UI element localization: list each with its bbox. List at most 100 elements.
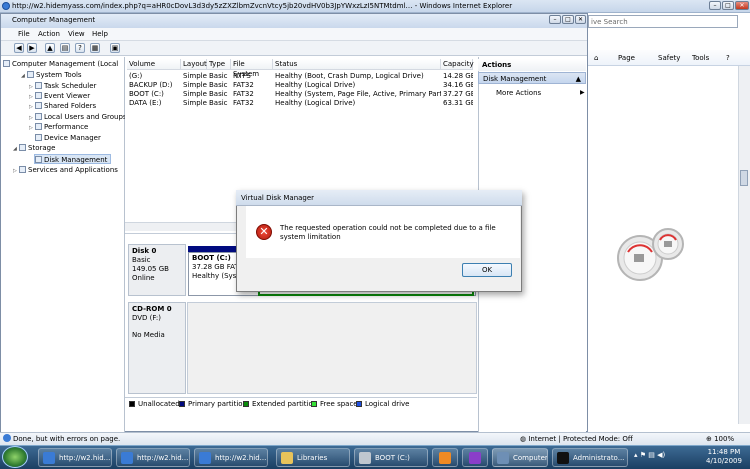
properties-icon[interactable]: ▦ — [90, 43, 100, 53]
tree-task-scheduler[interactable]: ▷ Task Scheduler — [29, 81, 96, 91]
mmc-toolbar: ◀ ▶ ▲ ▤ ? ▦ ▣ — [1, 41, 587, 56]
menu-action[interactable]: Action — [38, 30, 60, 38]
forward-icon[interactable]: ▶ — [27, 43, 37, 53]
close-button[interactable]: ✕ — [735, 1, 749, 10]
computer-icon — [497, 452, 509, 464]
taskbar-libraries[interactable]: Libraries — [276, 448, 350, 467]
volume-cell-fs: FAT32 — [233, 90, 254, 98]
dialog-message: The requested operation could not be com… — [280, 224, 496, 241]
volume-icon[interactable]: ◀) — [657, 451, 665, 459]
back-icon[interactable]: ◀ — [14, 43, 24, 53]
tree-event-viewer[interactable]: ▷ Event Viewer — [29, 91, 90, 101]
safety-menu[interactable]: Safety — [658, 54, 680, 62]
system-tray[interactable]: ▴ ⚑ ▤ ◀) — [634, 451, 694, 463]
taskbar-app[interactable] — [462, 448, 488, 467]
disk-0-label[interactable]: Disk 0 Basic 149.05 GB Online — [128, 244, 186, 296]
settings-icon[interactable]: ▣ — [110, 43, 120, 53]
volume-row[interactable]: BACKUP (D:) Simple Basic FAT32 Healthy (Logi… — [125, 81, 475, 90]
tree-services[interactable]: ▷ Services and Applications — [13, 165, 118, 175]
col-status[interactable]: Status — [273, 59, 441, 70]
disk-0-size: 149.05 GB — [132, 265, 169, 273]
volume-row[interactable]: (G:) Simple Basic NTFS Healthy (Boot, Crash … — [125, 72, 475, 81]
mmc-close-button[interactable]: ✕ — [575, 15, 586, 24]
help-icon[interactable]: ? — [726, 54, 730, 62]
network-icon[interactable]: ▤ — [648, 451, 655, 459]
volume-cell-type: Basic — [209, 99, 228, 107]
disk-0-state: Online — [132, 274, 155, 282]
volume-cell-status: Healthy (System, Page File, Active, Prim… — [275, 90, 441, 98]
home-icon[interactable]: ⌂ — [594, 54, 598, 62]
col-file-system[interactable]: File System — [231, 59, 273, 78]
taskbar-ie-3[interactable]: http://w2.hid... — [194, 448, 268, 467]
flag-icon[interactable]: ⚑ — [640, 451, 646, 459]
tree-device-manager[interactable]: Device Manager — [35, 133, 101, 143]
col-type[interactable]: Type — [207, 59, 231, 70]
legend-swatch-extended — [243, 401, 249, 407]
menu-file[interactable]: File — [18, 30, 30, 38]
ie-icon — [199, 452, 211, 464]
tree-performance[interactable]: ▷ Performance — [29, 122, 88, 132]
cpu-meter-gadget[interactable] — [614, 222, 690, 292]
page-scrollbar[interactable] — [738, 66, 750, 424]
col-capacity[interactable]: Capacity — [441, 59, 474, 70]
cdrom-0-media-area[interactable] — [187, 302, 477, 394]
cdrom-0-drive: DVD (F:) — [132, 314, 161, 322]
volume-row[interactable]: BOOT (C:) Simple Basic FAT32 Healthy (System… — [125, 90, 475, 99]
volume-cell-capacity: 63.31 GB — [443, 99, 473, 107]
volume-cell-fs: FAT32 — [233, 81, 254, 89]
taskbar-boot-c[interactable]: BOOT (C:) — [354, 448, 428, 467]
menu-view[interactable]: View — [68, 30, 85, 38]
show-hide-tree-icon[interactable]: ▤ — [60, 43, 70, 53]
volume-cell-status: Healthy (Logical Drive) — [275, 99, 356, 107]
tree-local-users[interactable]: ▷ Local Users and Groups — [29, 112, 127, 122]
dialog-title-bar: Virtual Disk Manager — [236, 190, 522, 206]
app-icon — [469, 452, 481, 464]
mmc-minimize-button[interactable]: – — [549, 15, 561, 24]
volume-cell-type: Basic — [209, 72, 228, 80]
search-input[interactable]: ive Search — [588, 15, 738, 28]
help-book-icon[interactable]: ? — [75, 43, 85, 53]
clock-time: 11:48 PM — [707, 448, 741, 456]
dialog-title: Virtual Disk Manager — [241, 194, 315, 202]
page-menu[interactable]: Page — [618, 54, 635, 62]
volume-cell-type: Basic — [209, 90, 228, 98]
menu-help[interactable]: Help — [92, 30, 108, 38]
more-actions[interactable]: More Actions — [496, 89, 541, 97]
taskbar-ie-1[interactable]: http://w2.hid... — [38, 448, 112, 467]
volume-row[interactable]: DATA (E:) Simple Basic FAT32 Healthy (Logica… — [125, 99, 475, 108]
tree-root[interactable]: Computer Management (Local — [3, 59, 118, 69]
scrollbar-thumb[interactable] — [740, 170, 748, 186]
ok-button[interactable]: OK — [462, 263, 512, 277]
tree-disk-management[interactable]: Disk Management — [34, 154, 112, 164]
console-tree: Computer Management (Local ◢ System Tools… — [1, 57, 127, 433]
taskbar-ie-2[interactable]: http://w2.hid... — [116, 448, 190, 467]
legend-logical: Logical drive — [356, 400, 409, 408]
tree-shared-folders[interactable]: ▷ Shared Folders — [29, 101, 96, 111]
zoom-level[interactable]: ⊕ 100% — [706, 435, 734, 443]
collapse-arrow-icon: ▲ — [575, 75, 581, 83]
clock[interactable]: 11:48 PM 4/10/2009 — [700, 448, 748, 466]
volume-cell-status: Healthy (Logical Drive) — [275, 81, 356, 89]
cdrom-0-media: No Media — [132, 331, 165, 339]
taskbar-media-player[interactable] — [432, 448, 458, 467]
tools-menu[interactable]: Tools — [692, 54, 709, 62]
actions-disk-management[interactable]: Disk Management ▲ — [478, 72, 586, 84]
col-layout[interactable]: Layout — [181, 59, 207, 70]
security-zone[interactable]: ◍ Internet | Protected Mode: Off — [520, 435, 633, 443]
volume-cell-capacity: 37.27 GB — [443, 90, 473, 98]
volume-cell-layout: Simple — [183, 90, 207, 98]
mmc-maximize-button[interactable]: □ — [562, 15, 574, 24]
volume-cell-fs: NTFS — [233, 72, 251, 80]
tree-storage[interactable]: ◢ Storage — [13, 143, 55, 153]
maximize-button[interactable]: □ — [722, 1, 734, 10]
taskbar-computer-management[interactable]: Computer M... — [492, 448, 548, 467]
taskbar-admin-cmd[interactable]: Administrato... — [552, 448, 628, 467]
col-volume[interactable]: Volume — [127, 59, 181, 70]
tray-arrow-icon[interactable]: ▴ — [634, 451, 638, 459]
start-button[interactable] — [2, 446, 28, 468]
minimize-button[interactable]: – — [709, 1, 721, 10]
up-folder-icon[interactable]: ▲ — [45, 43, 55, 53]
cdrom-0-label[interactable]: CD-ROM 0 DVD (F:) No Media — [128, 302, 186, 394]
tree-system-tools[interactable]: ◢ System Tools — [21, 70, 82, 80]
warning-icon[interactable] — [3, 434, 11, 442]
